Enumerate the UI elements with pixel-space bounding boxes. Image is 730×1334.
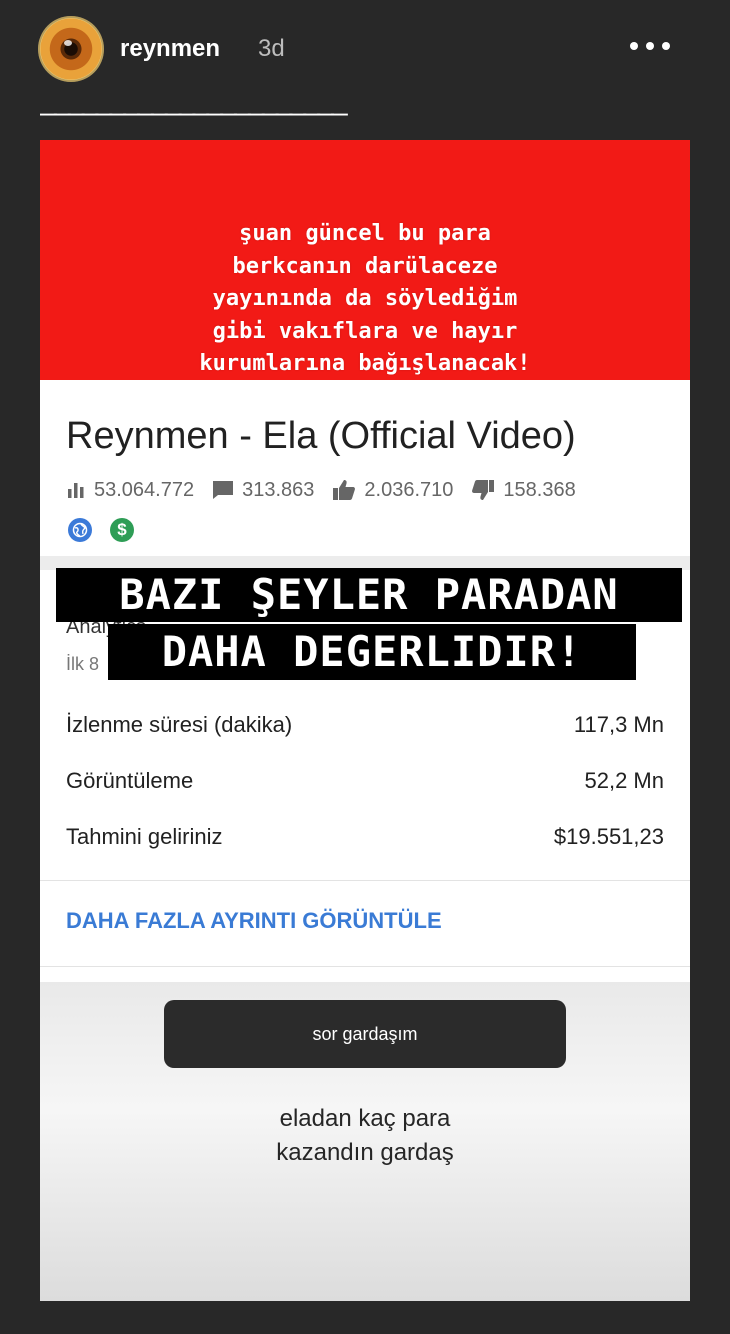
likes-stat: 2.036.710 [332, 479, 453, 502]
thumbs-up-icon [333, 480, 356, 500]
dislikes-stat: 158.368 [471, 478, 576, 502]
question-answer: eladan kaç para kazandın gardaş [276, 1105, 454, 1166]
video-stats: 53.064.772 313.863 2.036.710 158.368 [66, 476, 594, 504]
screenshot-content: şuan güncel bu para berkcanın darülaceze… [40, 140, 690, 1301]
thumbs-down-icon [472, 480, 495, 500]
metric-watch-time: İzlenme süresi (dakika) 117,3 Mn [66, 712, 664, 744]
globe-icon [68, 518, 92, 542]
likes-count: 2.036.710 [364, 478, 454, 501]
metric-revenue: Tahmini geliriniz $19.551,23 [66, 824, 664, 856]
comments-stat: 313.863 [212, 479, 314, 502]
metric-label: Tahmini geliriniz [66, 824, 223, 849]
post-time: 3d [258, 35, 285, 62]
metric-value: 117,3 Mn [573, 712, 664, 737]
red-banner: şuan güncel bu para berkcanın darülaceze… [40, 140, 690, 380]
banner-text: şuan güncel bu para berkcanın darülaceze… [199, 221, 531, 376]
comment-icon [213, 481, 234, 499]
overlay-text-line-2: DAHA DEGERLIDIR! [108, 624, 636, 680]
question-sticker[interactable]: sor gardaşım [164, 1000, 566, 1068]
bar-chart-icon [68, 483, 84, 498]
dash-line: —————————————————————— [40, 103, 348, 123]
metric-value: 52,2 Mn [584, 768, 665, 793]
metric-value: $19.551,23 [553, 824, 664, 849]
views-stat: 53.064.772 [66, 479, 194, 502]
username[interactable]: reynmen [120, 34, 220, 64]
comments-count: 313.863 [242, 478, 315, 501]
metric-label: Görüntüleme [66, 768, 194, 793]
dollar-icon: $ [110, 518, 134, 542]
metric-views: Görüntüleme 52,2 Mn [66, 768, 664, 800]
story-header: reynmen 3d [0, 0, 730, 100]
overlay-text-line-1: BAZI ŞEYLER PARADAN [56, 568, 682, 622]
more-details-link[interactable]: DAHA FAZLA AYRINTI GÖRÜNTÜLE [66, 908, 442, 934]
period-label: İlk 8 [66, 654, 100, 674]
badge-row: $ [68, 518, 152, 542]
divider [40, 880, 690, 881]
views-count: 53.064.772 [94, 478, 195, 501]
story-frame: reynmen 3d —————————————————————— şuan g… [0, 0, 730, 1334]
dislikes-count: 158.368 [503, 478, 576, 501]
more-options-icon[interactable] [628, 38, 672, 52]
video-title: Reynmen - Ela (Official Video) [66, 415, 576, 457]
divider [40, 966, 690, 967]
metric-label: İzlenme süresi (dakika) [66, 712, 293, 737]
avatar[interactable] [38, 16, 104, 82]
